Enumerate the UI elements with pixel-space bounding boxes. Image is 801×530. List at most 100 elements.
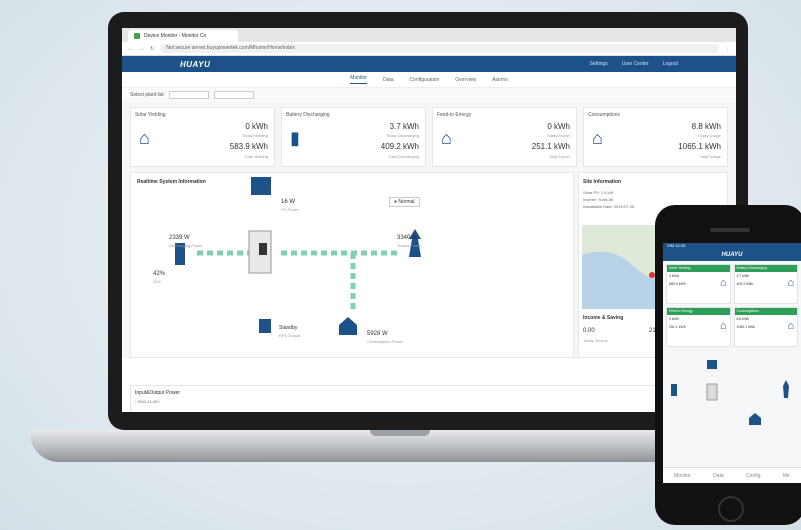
phone-status-bar: SIM 10:25 <box>663 243 801 250</box>
date-value: 2019-11-28 <box>137 399 158 404</box>
card-l2: Total Yielding <box>244 154 268 159</box>
site-info-rows: Solar PV: 1.5 kW Inverter: Solis-5K Instal… <box>583 189 634 210</box>
card-icon: ⌂ <box>139 128 150 148</box>
header-link[interactable]: Logout <box>663 61 678 67</box>
card-v1: 0 kWh <box>547 122 570 131</box>
nav-tab[interactable]: Monitor <box>350 75 367 84</box>
realtime-panel: Realtime System Information 16 W PV Powe… <box>130 172 574 358</box>
header-link[interactable]: User Center <box>622 61 649 67</box>
nav-tab[interactable]: Alarms <box>492 77 508 83</box>
load-power-value: 5928 W <box>367 331 388 337</box>
card-l1: Today Discharging <box>386 133 419 138</box>
battery-power-value: 2339 W <box>169 235 190 241</box>
phone-card[interactable]: Battery Discharging 3.7 kWh 409.2 kWh ⌂ <box>733 264 798 304</box>
forward-icon[interactable]: → <box>139 46 144 52</box>
soc-value: 42% <box>153 271 166 277</box>
card-v2: 251.1 kWh <box>531 142 570 151</box>
filter-label: Select plant list <box>130 92 164 98</box>
phone-nav-item[interactable]: Monitor <box>674 473 691 479</box>
back-icon[interactable]: ← <box>128 46 133 52</box>
summary-card: Consumptions ⌂ 8.8 kWh Today Usage 1065.1 kW… <box>583 107 728 167</box>
plant-select[interactable] <box>168 91 209 99</box>
phone-screen: SIM 10:25 HUAYU Solar Yielding 0 kWh 583.9… <box>663 243 801 483</box>
tab-title: Device Monitor - Monitor Co <box>144 33 207 39</box>
card-l2: Total Export <box>548 154 570 159</box>
url-field[interactable]: Not secure server.huyupowertek.com/Mhome… <box>160 44 719 53</box>
phone-card-icon: ⌂ <box>787 277 794 289</box>
phone-inverter-icon <box>706 383 718 401</box>
phone-battery-icon <box>671 384 677 396</box>
card-l1: Today Yielding <box>242 133 268 138</box>
phone-speaker <box>710 228 750 232</box>
income-title: Income & Saving <box>583 315 624 321</box>
header-links: Settings User Center Logout <box>590 61 678 67</box>
phone-card-title: Solar Yielding <box>667 265 730 272</box>
summary-cards: Solar Yielding ⌂ 0 kWh Today Yielding 583.9 … <box>122 102 736 172</box>
status-badge: ● Normal <box>389 197 420 207</box>
eps-value: Standby <box>279 325 298 331</box>
card-icon: ⌂ <box>441 128 452 148</box>
grid-power-label: Output Power <box>397 243 422 248</box>
status-text: Normal <box>398 199 415 205</box>
card-v1: 0 kWh <box>245 122 268 131</box>
main-nav: Monitor Data Configuration Overview Alarms <box>122 72 736 88</box>
phone-cards: Solar Yielding 0 kWh 583.9 kWh ⌂ Battery Dis… <box>663 261 801 350</box>
card-l1: Today Usage <box>697 133 721 138</box>
laptop-notch <box>370 430 430 436</box>
browser-tabbar: Device Monitor - Monitor Co <box>122 28 736 42</box>
laptop-screen: Device Monitor - Monitor Co ← → ↻ Not se… <box>122 28 736 412</box>
phone-card[interactable]: Solar Yielding 0 kWh 583.9 kWh ⌂ <box>666 264 731 304</box>
address-bar: ← → ↻ Not secure server.huyupowertek.com… <box>122 42 736 56</box>
card-title: Feed-in Energy <box>437 112 472 118</box>
card-v2: 583.9 kWh <box>229 142 268 151</box>
flow-diagram <box>175 177 421 335</box>
nav-tab[interactable]: Configuration <box>410 77 440 83</box>
reload-icon[interactable]: ↻ <box>150 46 154 52</box>
phone-house-icon <box>749 413 761 425</box>
nav-tab[interactable]: Overview <box>455 77 476 83</box>
solar-panel-icon <box>251 177 271 195</box>
phone-bottom-nav: Monitor Data Config Me <box>663 467 801 483</box>
plant-select-2[interactable] <box>213 91 254 99</box>
inverter-display <box>259 243 267 255</box>
card-title: Consumptions <box>588 112 620 118</box>
card-title: Solar Yielding <box>135 112 166 118</box>
card-title: Battery Discharging <box>286 112 330 118</box>
main-row: Realtime System Information 16 W PV Powe… <box>122 172 736 358</box>
card-v2: 409.2 kWh <box>380 142 419 151</box>
income-value: 0.00 <box>583 328 595 334</box>
io-power-title: Input&Output Power <box>135 390 181 396</box>
load-power-label: Consumption Power <box>367 339 404 344</box>
io-power-panel: Input&Output Power ‹ 2019-11-28 › ● Sola… <box>130 385 728 412</box>
phone-nav-item[interactable]: Config <box>746 473 760 479</box>
site-row: Solar PV: 1.5 kW <box>583 190 614 195</box>
phone-logo: HUAYU <box>663 250 801 261</box>
site-row: Installation Date: 2019-07-26 <box>583 204 635 209</box>
phone-grid-icon <box>783 380 789 398</box>
phone-card[interactable]: Consumptions 8.8 kWh 1065.1 kWh ⌂ <box>733 307 798 347</box>
menu-icon[interactable]: ⋮ <box>725 46 730 52</box>
header-link[interactable]: Settings <box>590 61 608 67</box>
phone-nav-item[interactable]: Data <box>713 473 724 479</box>
date-picker[interactable]: ‹ 2019-11-28 › <box>135 399 723 404</box>
phone-card-title: Battery Discharging <box>734 265 797 272</box>
phone-card-title: Feed-in Energy <box>667 308 730 315</box>
site-title: Site Information <box>583 179 622 185</box>
browser-tab[interactable]: Device Monitor - Monitor Co <box>128 30 238 42</box>
income-label: Today Income <box>583 338 608 343</box>
nav-tab[interactable]: Data <box>383 77 394 83</box>
favicon-icon <box>134 33 140 39</box>
summary-card: Feed-in Energy ⌂ 0 kWh Today Export 251.1 kW… <box>432 107 577 167</box>
phone-card-title: Consumptions <box>734 308 797 315</box>
summary-card: Solar Yielding ⌂ 0 kWh Today Yielding 583.9 … <box>130 107 275 167</box>
phone-nav-item[interactable]: Me <box>783 473 790 479</box>
phone-card[interactable]: Feed-in Energy 0 kWh 251.1 kWh ⌂ <box>666 307 731 347</box>
pv-power-value: 16 W <box>281 199 296 205</box>
phone-home-button[interactable] <box>718 496 744 522</box>
eps-label: EPS Output <box>279 333 301 338</box>
card-icon: ⌂ <box>592 128 603 148</box>
phone-card-icon: ⌂ <box>719 277 727 289</box>
phone-flow-diagram <box>671 360 789 425</box>
site-row: Inverter: Solis-5K <box>583 197 614 202</box>
pv-power-label: PV Power <box>281 207 299 212</box>
